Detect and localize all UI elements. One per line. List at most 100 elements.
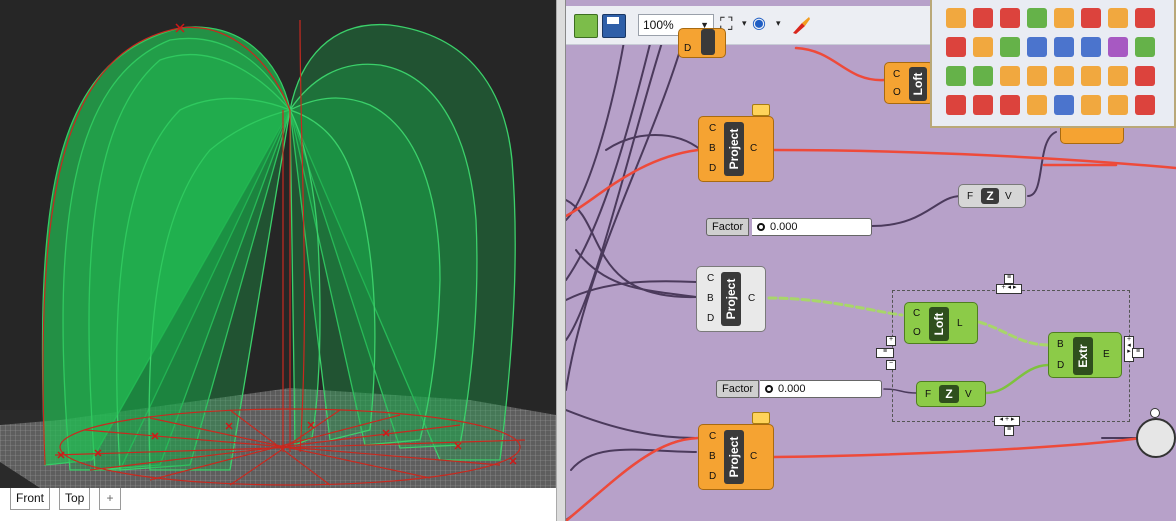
project-component-2[interactable]: C B D Project C <box>696 266 766 332</box>
input-c-label: C <box>709 431 717 442</box>
tab-top[interactable]: Top <box>59 488 91 510</box>
tower-icon[interactable] <box>1135 66 1155 86</box>
chevron-down-icon[interactable]: ▾ <box>776 18 781 29</box>
viewport-3d-canvas[interactable] <box>0 0 556 488</box>
input-d-label: D <box>709 163 717 174</box>
component-nickname: Extr <box>1076 344 1090 368</box>
output-e-label: E <box>1103 349 1110 360</box>
grid-number-icon[interactable] <box>973 66 993 86</box>
input-o-label: O <box>893 87 901 98</box>
terrain-icon[interactable] <box>946 66 966 86</box>
stack-icon[interactable] <box>1027 95 1047 115</box>
component-nickname: Project <box>724 278 738 320</box>
zui-list-icon[interactable]: ≡ <box>876 348 894 358</box>
project-component-top[interactable]: D <box>678 28 726 58</box>
slider-track[interactable]: 0.000 <box>752 218 872 236</box>
arrow-box-icon[interactable] <box>1135 95 1155 115</box>
extrude-component-green[interactable]: B D Extr E <box>1048 332 1122 378</box>
output-c-label: C <box>750 451 758 462</box>
canvas-toolbar: 100% ▼ ⛶ ▾ ◉ ▾ <box>566 6 938 45</box>
component-nickname: Project <box>727 128 741 170</box>
cube-orange-icon[interactable] <box>1108 66 1128 86</box>
save-icon[interactable] <box>602 14 626 38</box>
plane-icon[interactable] <box>973 8 993 28</box>
sphere-orange-icon[interactable] <box>1081 66 1101 86</box>
rings-icon[interactable] <box>1000 66 1020 86</box>
unit-z-component-green[interactable]: F Z V <box>916 381 986 407</box>
project-component-3[interactable]: C B D Project C <box>698 424 774 490</box>
text-tag-icon[interactable] <box>1135 8 1155 28</box>
pen-icon[interactable] <box>1108 95 1128 115</box>
zui-plus-minus-icon[interactable]: ◂ + ▸ <box>994 416 1020 426</box>
flower-icon[interactable] <box>1108 37 1128 57</box>
input-c-label: C <box>893 69 901 80</box>
gear-mesh-icon[interactable] <box>1000 37 1020 57</box>
fractal-icon[interactable] <box>1054 66 1074 86</box>
tab-front[interactable]: Front <box>10 488 51 510</box>
input-b-label: B <box>707 293 714 304</box>
input-b-label: B <box>709 451 716 462</box>
zui-plus-minus-icon[interactable]: + ◂ ▸ <box>996 284 1022 294</box>
component-nickname: Project <box>727 436 741 478</box>
chevron-down-icon[interactable]: ▾ <box>742 18 747 29</box>
component-nickname: Loft <box>911 72 925 96</box>
project-component-1[interactable]: C B D Project C <box>698 116 774 182</box>
add-viewport-tab-icon[interactable]: + <box>99 488 121 510</box>
input-d-label: D <box>709 471 717 482</box>
zui-input-icon[interactable]: ≡ <box>1004 274 1014 284</box>
rhino-viewport[interactable]: Front Top + <box>0 0 560 521</box>
zui-list-icon[interactable]: ≡ <box>1132 348 1144 358</box>
sphere-point-icon[interactable] <box>1027 8 1047 28</box>
message-balloon-icon[interactable] <box>752 412 770 424</box>
polyline-icon[interactable] <box>1000 8 1020 28</box>
cube-green-icon[interactable] <box>1135 37 1155 57</box>
delete-grid-icon[interactable] <box>946 95 966 115</box>
input-d-label: D <box>1057 360 1065 371</box>
box-red-icon[interactable] <box>946 37 966 57</box>
mesh-icon[interactable] <box>1081 8 1101 28</box>
component-core: Project <box>721 272 741 326</box>
grid-surface-icon[interactable] <box>1054 37 1074 57</box>
zui-minus-icon[interactable]: − <box>886 360 896 370</box>
factor-slider-2[interactable]: Factor 0.000 <box>716 380 884 398</box>
pipe-icon[interactable] <box>1054 8 1074 28</box>
loft-component-top[interactable]: C O Loft <box>884 62 934 104</box>
open-file-icon[interactable] <box>574 14 598 38</box>
radial-handle-icon[interactable] <box>1150 408 1160 418</box>
slider-knob-icon[interactable] <box>765 385 773 393</box>
delete-pattern-icon[interactable] <box>973 95 993 115</box>
radial-menu-icon[interactable] <box>1136 418 1176 458</box>
zui-input-icon[interactable]: ≡ <box>1004 426 1014 436</box>
output-c-label: C <box>748 293 756 304</box>
component-nickname: Loft <box>932 312 946 336</box>
bars-icon[interactable] <box>1027 66 1047 86</box>
box-3d-icon[interactable] <box>973 37 993 57</box>
output-c-label: C <box>750 143 758 154</box>
zui-plus-icon[interactable]: + <box>886 336 896 346</box>
input-c-label: C <box>913 308 921 319</box>
blue-mesh-icon[interactable] <box>1081 37 1101 57</box>
loft-component-green[interactable]: C O Loft L <box>904 302 978 344</box>
number-label-icon[interactable] <box>946 8 966 28</box>
eye-icon[interactable]: ◉ <box>752 15 774 35</box>
tree-icon[interactable] <box>1108 8 1128 28</box>
wire-sphere-icon[interactable] <box>1027 37 1047 57</box>
output-v-label: V <box>1005 191 1012 202</box>
output-l-label: L <box>957 318 963 329</box>
slider-knob-icon[interactable] <box>757 223 765 231</box>
input-d-label: D <box>707 313 715 324</box>
message-balloon-icon[interactable] <box>752 104 770 116</box>
component-core: Extr <box>1073 337 1093 375</box>
input-c-label: C <box>709 123 717 134</box>
output-v-label: V <box>965 389 972 400</box>
paint-brush-icon[interactable] <box>790 15 812 35</box>
move-corner-icon[interactable] <box>1054 95 1074 115</box>
scatter-delete-icon[interactable] <box>1000 95 1020 115</box>
pane-splitter[interactable] <box>556 0 566 521</box>
factor-slider-1[interactable]: Factor 0.000 <box>706 218 874 236</box>
slider-track[interactable]: 0.000 <box>760 380 882 398</box>
slider-label: Factor <box>706 218 750 236</box>
slider-value: 0.000 <box>778 383 806 395</box>
move-down-icon[interactable] <box>1081 95 1101 115</box>
unit-z-component-top[interactable]: F Z V <box>958 184 1026 208</box>
